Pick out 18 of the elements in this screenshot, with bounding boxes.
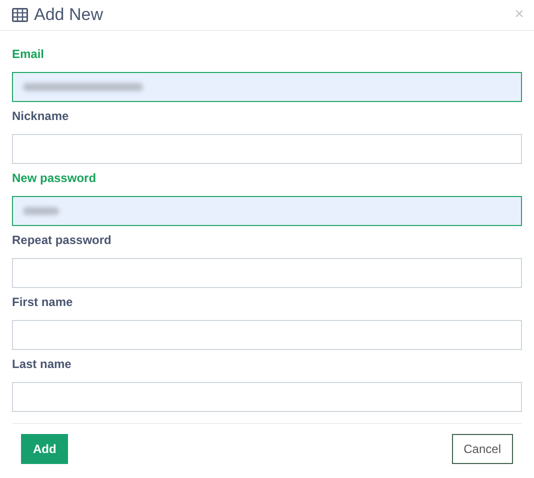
input-field[interactable] [12,134,522,164]
dialog-title: Add New [34,4,103,26]
field-label: Repeat password [12,232,112,249]
input-field[interactable] [12,72,522,102]
cancel-button[interactable]: Cancel [452,434,513,464]
field-label: Email [12,46,46,63]
close-button[interactable]: × [514,7,524,23]
table-icon [12,8,28,22]
input-field[interactable] [12,196,522,226]
field-label: First name [12,294,74,311]
input-field[interactable] [12,258,522,288]
field-label: Nickname [12,108,70,125]
field-label: Last name [12,356,72,373]
input-field[interactable] [12,382,522,412]
input-field[interactable] [12,320,522,350]
blurred-value [23,207,59,215]
add-button[interactable]: Add [21,434,68,464]
field-label: New password [12,170,98,187]
